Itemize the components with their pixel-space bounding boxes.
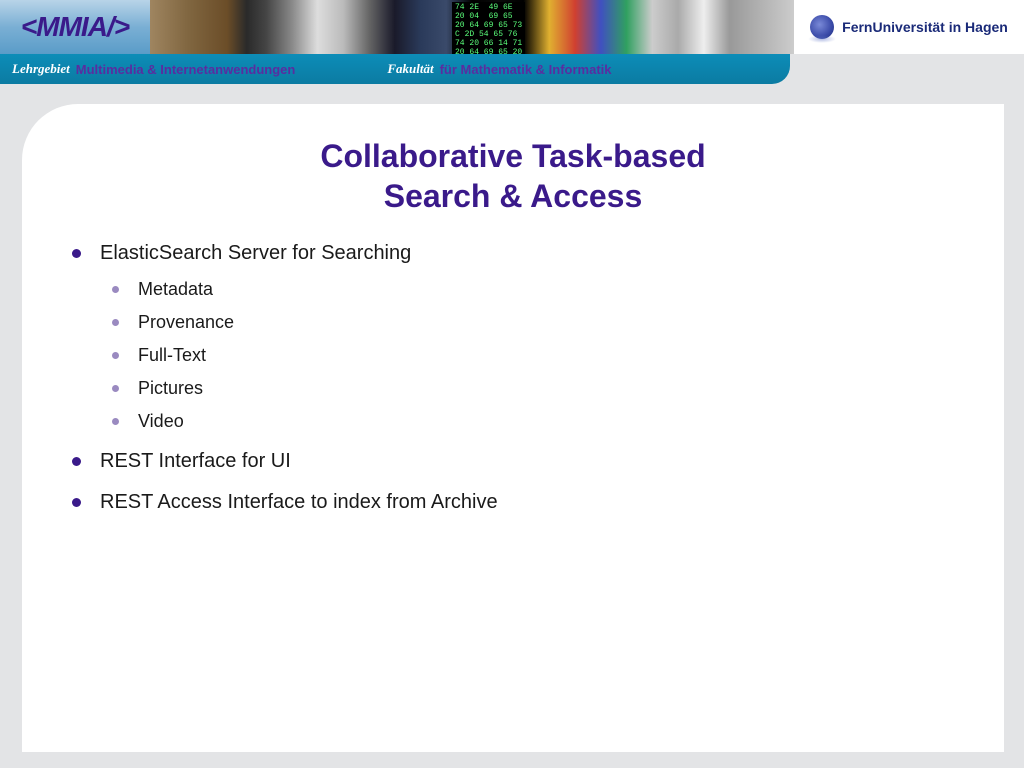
faculty-value: für Mathematik & Informatik — [440, 62, 612, 77]
faculty-label: Fakultät — [387, 61, 433, 77]
bullet-text: REST Interface for UI — [100, 450, 291, 472]
slide-content: ElasticSearch Server for Searching Metada… — [62, 239, 964, 529]
banner-sub: Lehrgebiet Multimedia & Internetanwendun… — [0, 54, 1024, 84]
bullet-level2: Metadata — [100, 276, 964, 303]
banner-imagery: 74 2E 49 6E 20 04 69 65 20 64 69 65 73 C… — [150, 0, 794, 54]
banner-top: <MMIA/> 74 2E 49 6E 20 04 69 65 20 64 69… — [0, 0, 1024, 54]
department-value: Multimedia & Internetanwendungen — [76, 62, 296, 77]
bullet-level1: REST Access Interface to index from Arch… — [62, 488, 964, 517]
bullet-level2: Full-Text — [100, 342, 964, 369]
bullet-level2: Pictures — [100, 375, 964, 402]
university-name: FernUniversität in Hagen — [842, 19, 1008, 35]
mmia-logo: <MMIA/> — [0, 0, 150, 54]
slide-title: Collaborative Task-based Search & Access — [22, 136, 1004, 216]
department-label: Lehrgebiet — [12, 61, 70, 77]
slide-body: Collaborative Task-based Search & Access… — [22, 104, 1004, 752]
globe-icon — [810, 15, 834, 39]
title-line-2: Search & Access — [384, 178, 643, 214]
bullet-level2: Video — [100, 408, 964, 435]
bullet-level1: ElasticSearch Server for Searching Metada… — [62, 239, 964, 435]
hex-code-decoration: 74 2E 49 6E 20 04 69 65 20 64 69 65 73 C… — [452, 2, 525, 54]
bullet-text: REST Access Interface to index from Arch… — [100, 491, 498, 513]
title-line-1: Collaborative Task-based — [320, 138, 705, 174]
university-brand: FernUniversität in Hagen — [794, 0, 1024, 54]
bullet-level1: REST Interface for UI — [62, 447, 964, 476]
bullet-level2: Provenance — [100, 309, 964, 336]
bullet-text: ElasticSearch Server for Searching — [100, 242, 411, 264]
sub-bar: Lehrgebiet Multimedia & Internetanwendun… — [0, 54, 790, 84]
